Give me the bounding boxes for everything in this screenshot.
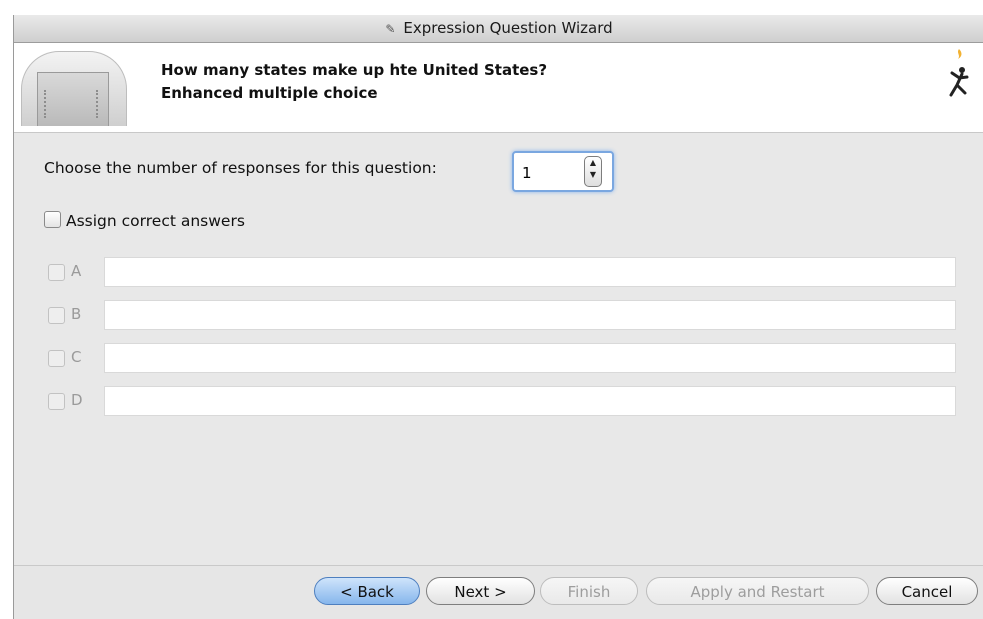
answer-row-b: B <box>48 300 958 330</box>
wizard-window: ✎ Expression Question Wizard How many sta… <box>13 15 983 619</box>
answer-b-field[interactable] <box>104 300 956 330</box>
responses-count-field[interactable] <box>520 162 576 184</box>
back-button[interactable]: < Back <box>314 577 420 605</box>
stepper-down-icon[interactable]: ▼ <box>585 169 601 181</box>
question-text: How many states make up hte United State… <box>161 61 548 79</box>
answer-a-field[interactable] <box>104 257 956 287</box>
document-proxy-icon: ✎ <box>385 22 396 36</box>
finish-button[interactable]: Finish <box>540 577 638 605</box>
window-title: Expression Question Wizard <box>403 19 613 37</box>
clicker-device-icon <box>21 51 127 126</box>
responses-count-stepper[interactable]: ▲ ▼ <box>512 151 614 192</box>
question-type: Enhanced multiple choice <box>161 84 378 102</box>
stepper-arrows[interactable]: ▲ ▼ <box>584 156 602 187</box>
answer-c-field[interactable] <box>104 343 956 373</box>
running-figure-icon <box>949 49 969 97</box>
answer-c-checkbox <box>48 350 65 367</box>
assign-correct-answers-checkbox[interactable] <box>44 211 61 228</box>
apply-and-restart-button[interactable]: Apply and Restart <box>646 577 869 605</box>
wizard-header: How many states make up hte United State… <box>14 43 983 133</box>
next-button[interactable]: Next > <box>426 577 535 605</box>
assign-correct-answers-label: Assign correct answers <box>66 212 245 230</box>
answer-d-checkbox <box>48 393 65 410</box>
answer-c-letter: C <box>71 348 82 366</box>
assign-correct-answers[interactable]: Assign correct answers <box>44 211 245 230</box>
answer-a-letter: A <box>71 262 82 280</box>
answer-a-checkbox <box>48 264 65 281</box>
title-bar[interactable]: ✎ Expression Question Wizard <box>14 15 983 43</box>
answer-b-letter: B <box>71 305 82 323</box>
answer-row-d: D <box>48 386 958 416</box>
button-bar: < Back Next > Finish Apply and Restart C… <box>14 565 983 619</box>
answer-d-letter: D <box>71 391 83 409</box>
answer-row-a: A <box>48 257 958 287</box>
responses-count-label: Choose the number of responses for this … <box>44 159 437 177</box>
cancel-button[interactable]: Cancel <box>876 577 978 605</box>
answer-row-c: C <box>48 343 958 373</box>
answer-d-field[interactable] <box>104 386 956 416</box>
answer-b-checkbox <box>48 307 65 324</box>
stepper-up-icon[interactable]: ▲ <box>585 157 601 169</box>
